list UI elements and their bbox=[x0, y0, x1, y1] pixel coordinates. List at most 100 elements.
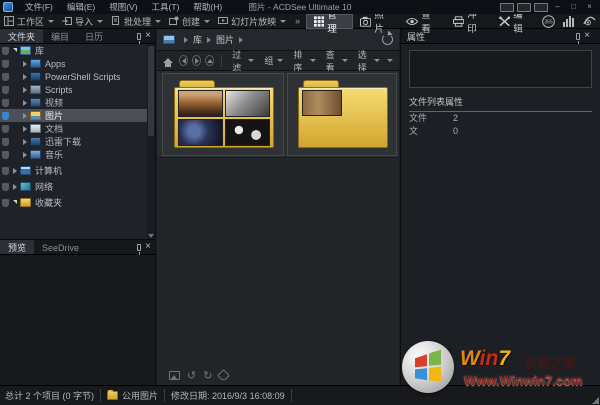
tree-item-downloads[interactable]: 迅雷下载 bbox=[0, 135, 155, 148]
tab-catalog[interactable]: 编目 bbox=[43, 29, 77, 43]
mode-manage[interactable]: 管理 bbox=[306, 14, 353, 29]
folder-icon bbox=[174, 80, 274, 148]
forward-button[interactable] bbox=[192, 55, 201, 66]
tree-item-scripts[interactable]: Scripts bbox=[0, 83, 155, 96]
menu-view[interactable]: 视图(V) bbox=[102, 1, 144, 13]
tree-item-favorites[interactable]: 收藏夹 bbox=[0, 196, 155, 209]
minimize-button[interactable]: – bbox=[551, 2, 564, 12]
group-dropdown[interactable]: 组 bbox=[261, 54, 286, 67]
pin-icon[interactable] bbox=[576, 33, 580, 40]
filterbar-overflow-icon[interactable] bbox=[387, 59, 393, 62]
easy-select-marker[interactable] bbox=[2, 167, 9, 175]
up-button[interactable] bbox=[205, 55, 214, 66]
tab-seedrive[interactable]: SeeDrive bbox=[34, 240, 87, 254]
expander-icon[interactable] bbox=[23, 87, 27, 93]
close-icon[interactable]: × bbox=[584, 31, 590, 41]
easy-select-marker[interactable] bbox=[2, 183, 9, 191]
expander-icon[interactable] bbox=[23, 113, 27, 119]
tree-item-music[interactable]: 音乐 bbox=[0, 148, 155, 161]
pin-icon[interactable] bbox=[137, 33, 141, 40]
easy-select-marker[interactable] bbox=[2, 60, 9, 68]
easy-select-marker[interactable] bbox=[2, 151, 9, 159]
expander-icon[interactable] bbox=[23, 126, 27, 132]
tree-item-library[interactable]: 库 bbox=[0, 44, 155, 57]
dashboard-button[interactable] bbox=[559, 15, 579, 27]
scroll-down-icon[interactable] bbox=[148, 234, 154, 238]
batch-button[interactable]: 批处理 bbox=[107, 14, 165, 29]
tree-item-network[interactable]: 网络 bbox=[0, 180, 155, 193]
tab-calendar[interactable]: 日历 bbox=[77, 29, 111, 43]
tree-item-documents[interactable]: 文档 bbox=[0, 122, 155, 135]
mode-photos[interactable]: 照片 bbox=[353, 14, 399, 29]
tag-icon[interactable] bbox=[218, 369, 231, 382]
folder-tile-1[interactable] bbox=[162, 73, 284, 156]
expander-icon[interactable] bbox=[23, 100, 27, 106]
slideshow-button[interactable]: 幻灯片放映 bbox=[214, 14, 290, 29]
home-icon[interactable] bbox=[163, 58, 173, 63]
easy-select-marker[interactable] bbox=[2, 73, 9, 81]
tree-item-computer[interactable]: 计算机 bbox=[0, 164, 155, 177]
theme-button-2[interactable] bbox=[517, 3, 531, 12]
easy-select-marker[interactable] bbox=[2, 99, 9, 107]
resize-grip[interactable] bbox=[592, 397, 599, 404]
expander-icon[interactable] bbox=[13, 184, 17, 190]
close-icon[interactable]: × bbox=[145, 31, 151, 41]
easy-select-marker[interactable] bbox=[2, 199, 9, 207]
view-dropdown[interactable]: 查看 bbox=[323, 48, 351, 74]
expander-icon[interactable] bbox=[23, 74, 27, 80]
menu-help[interactable]: 帮助(H) bbox=[186, 1, 229, 13]
tree-item-powershell-scripts[interactable]: PowerShell Scripts bbox=[0, 70, 155, 83]
breadcrumb-library[interactable]: 库 bbox=[193, 33, 202, 46]
filter-dropdown[interactable]: 过滤 bbox=[229, 48, 257, 74]
expander-icon[interactable] bbox=[23, 152, 27, 158]
create-button[interactable]: 创建 bbox=[165, 14, 214, 29]
expander-icon[interactable] bbox=[23, 139, 27, 145]
toolbar-overflow-chevron[interactable]: » bbox=[290, 16, 304, 26]
file-list[interactable]: ↺ ↻ bbox=[157, 71, 399, 385]
easy-select-marker[interactable] bbox=[2, 112, 9, 120]
tree-item-videos[interactable]: 视频 bbox=[0, 96, 155, 109]
menu-tools[interactable]: 工具(T) bbox=[145, 1, 187, 13]
maximize-button[interactable]: □ bbox=[567, 2, 580, 12]
menu-edit[interactable]: 编辑(E) bbox=[60, 1, 102, 13]
tree-item-pictures[interactable]: 图片 bbox=[0, 109, 155, 122]
image-tool-icon[interactable] bbox=[169, 371, 180, 380]
breadcrumb-pictures[interactable]: 图片 bbox=[216, 33, 234, 46]
tab-preview[interactable]: 预览 bbox=[0, 240, 34, 254]
mode-view[interactable]: 查看 bbox=[399, 14, 446, 29]
easy-select-marker[interactable] bbox=[2, 47, 9, 55]
winwin7-watermark: Win7 系统之家 Www.Winwin7.com bbox=[392, 339, 592, 397]
menu-file[interactable]: 文件(F) bbox=[18, 1, 60, 13]
expander-icon[interactable] bbox=[13, 168, 17, 174]
select-dropdown[interactable]: 选择 bbox=[355, 48, 383, 74]
tree-item-apps[interactable]: Apps bbox=[0, 57, 155, 70]
tab-folders[interactable]: 文件夹 bbox=[0, 29, 43, 43]
pin-icon[interactable] bbox=[137, 244, 141, 251]
mode-develop[interactable]: 冲印 bbox=[446, 14, 492, 29]
easy-select-marker[interactable] bbox=[2, 138, 9, 146]
mode-edit[interactable]: 编辑 bbox=[492, 14, 538, 29]
close-button[interactable]: × bbox=[583, 2, 596, 12]
theme-button-1[interactable] bbox=[500, 3, 514, 12]
close-icon[interactable]: × bbox=[145, 242, 151, 252]
expander-icon[interactable] bbox=[23, 61, 27, 67]
easy-select-marker[interactable] bbox=[2, 86, 9, 94]
refresh-icon[interactable] bbox=[382, 34, 393, 45]
tree-item-label: 音乐 bbox=[45, 148, 63, 161]
easy-select-marker[interactable] bbox=[2, 125, 9, 133]
theme-button-3[interactable] bbox=[534, 3, 548, 12]
scrollbar-thumb[interactable] bbox=[148, 46, 154, 136]
sort-dropdown[interactable]: 排序 bbox=[290, 48, 318, 74]
acdsee-365-button[interactable]: 365 bbox=[538, 15, 559, 28]
rotate-left-icon[interactable]: ↺ bbox=[187, 369, 196, 382]
mobile-sync-button[interactable] bbox=[579, 16, 600, 27]
tree-scrollbar[interactable] bbox=[147, 44, 155, 239]
import-button[interactable]: 导入 bbox=[58, 14, 107, 29]
back-button[interactable] bbox=[179, 55, 188, 66]
rotate-right-icon[interactable]: ↻ bbox=[203, 369, 212, 382]
workspace-button[interactable]: 工作区 bbox=[0, 14, 58, 29]
expander-icon[interactable] bbox=[13, 48, 17, 55]
music-folder-icon bbox=[30, 150, 41, 159]
folder-tile-2[interactable] bbox=[287, 73, 397, 156]
expander-icon[interactable] bbox=[13, 200, 17, 207]
